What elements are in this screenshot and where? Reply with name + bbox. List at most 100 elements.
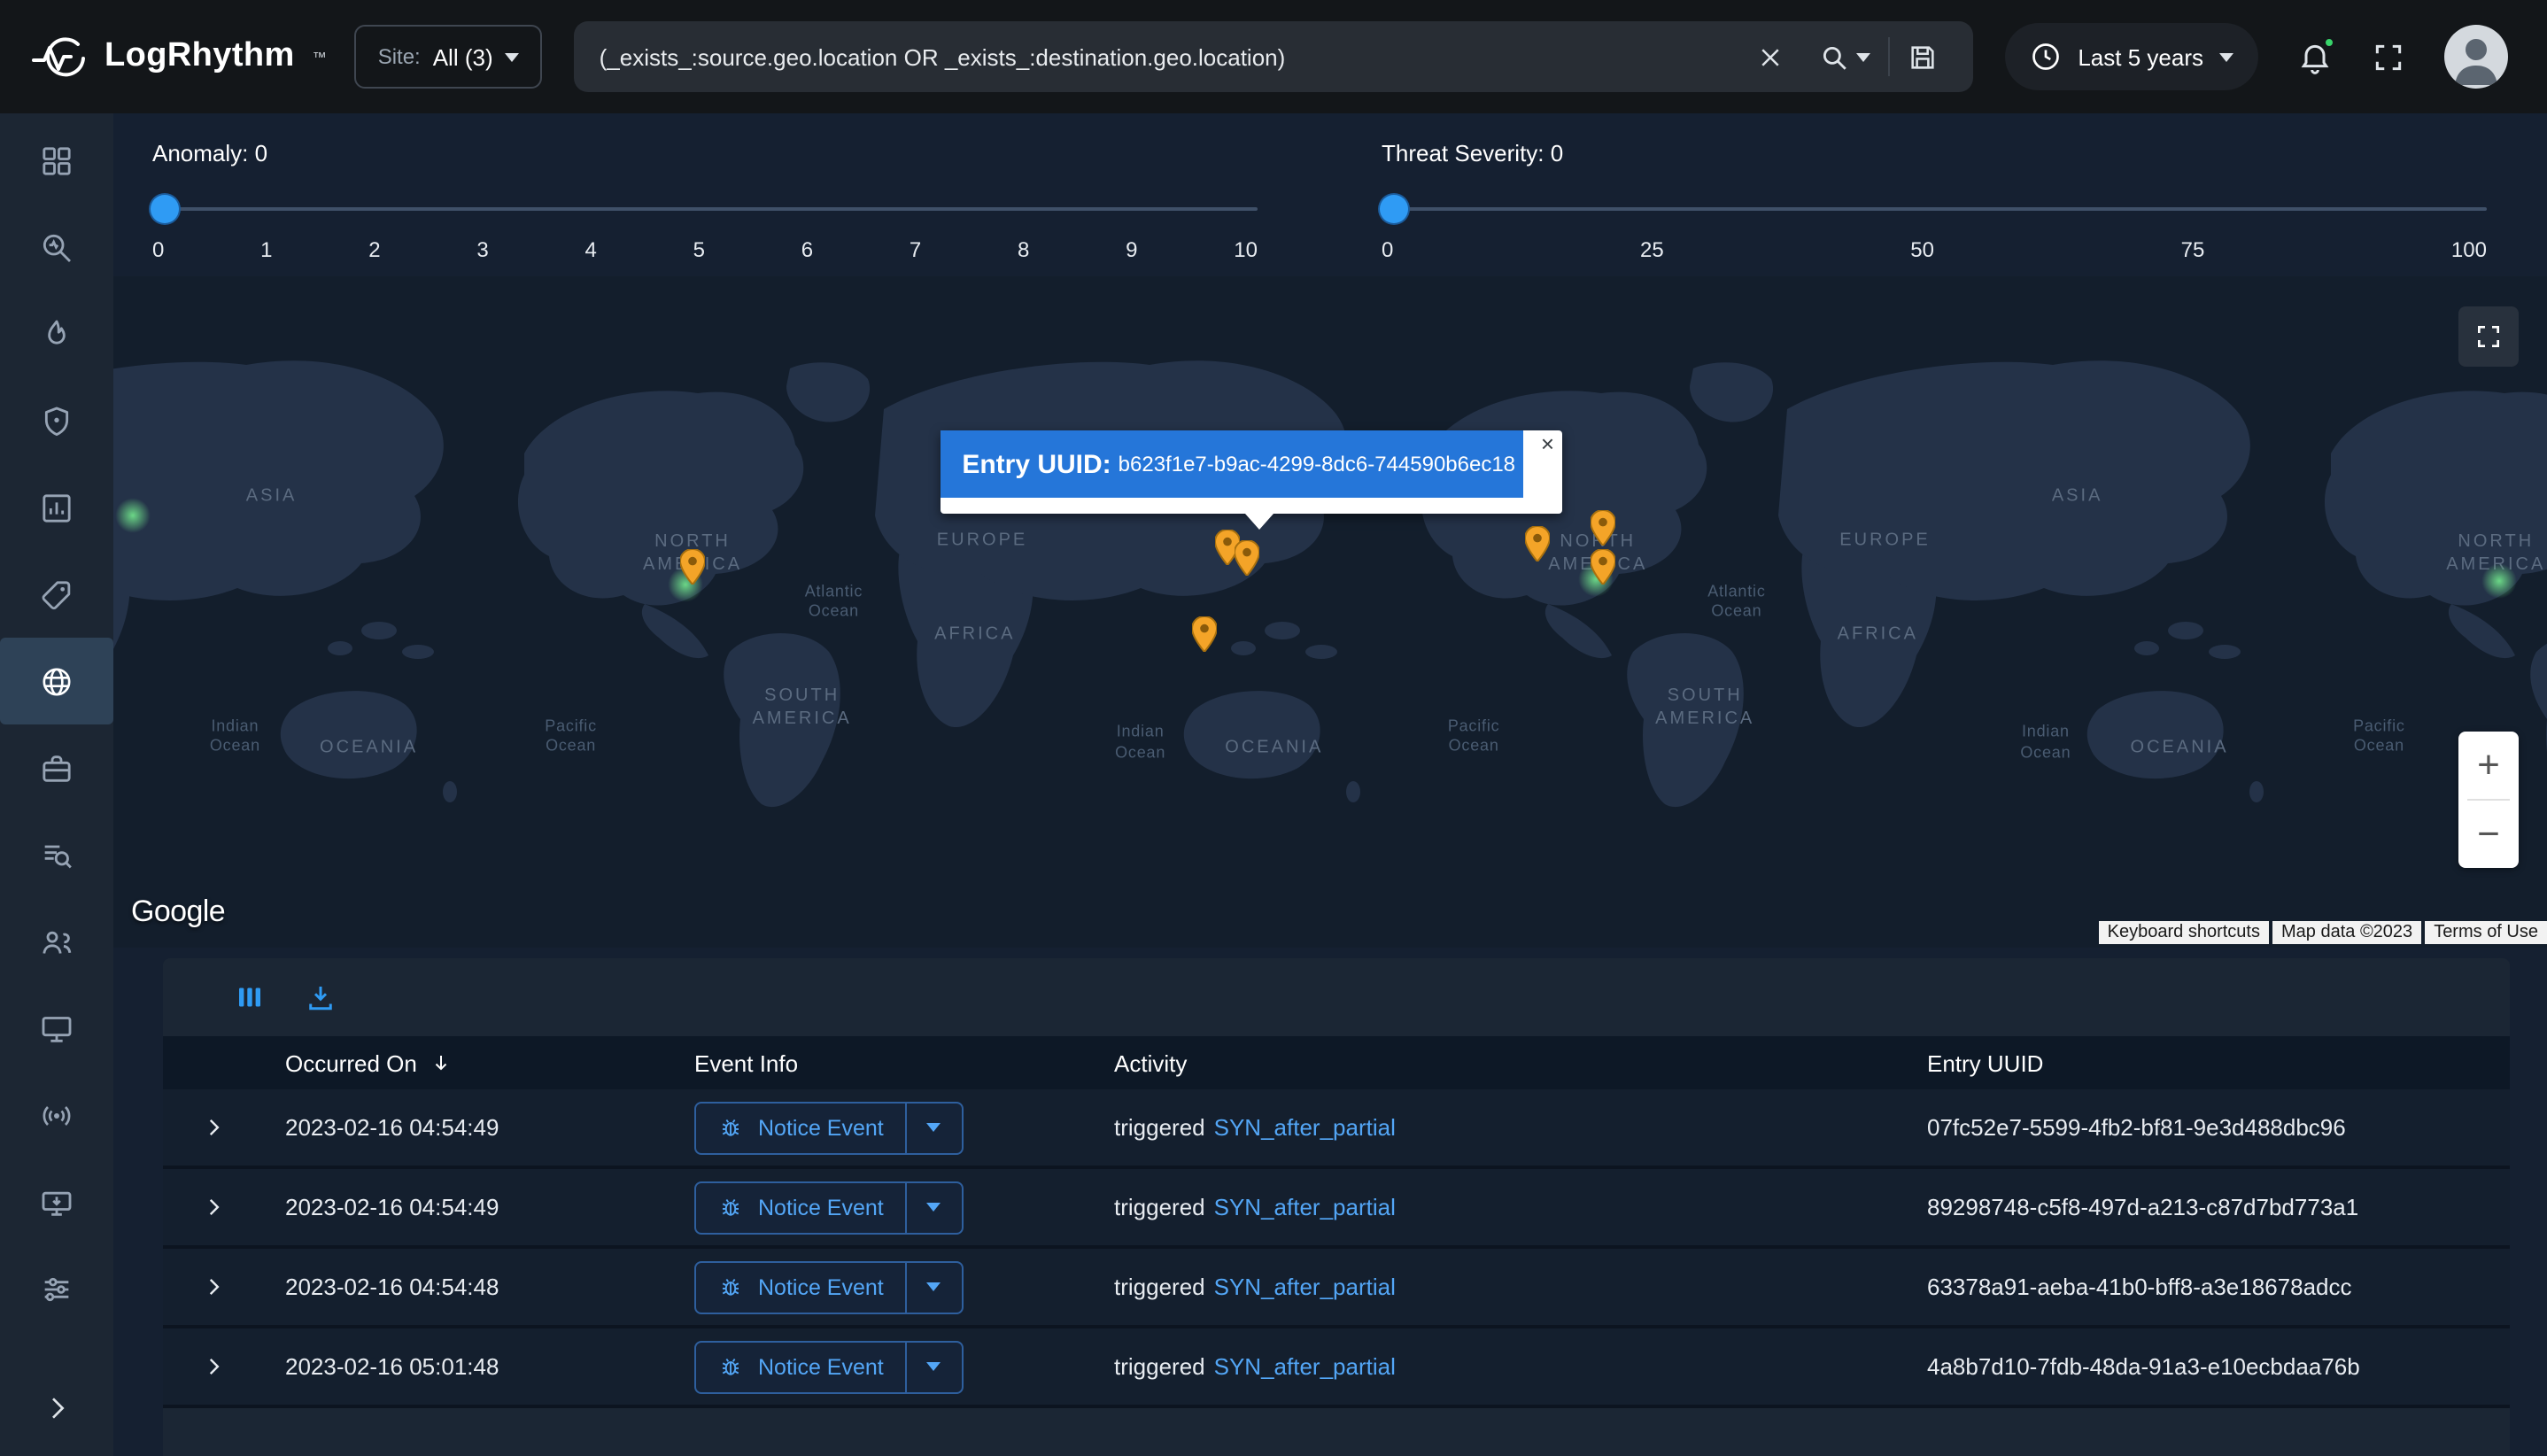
sidebar-item-briefcase[interactable] (0, 724, 113, 811)
pin-icon (1191, 616, 1216, 652)
keyboard-shortcuts-link[interactable]: Keyboard shortcuts (2099, 921, 2269, 944)
map-event-pin[interactable] (1525, 526, 1550, 561)
app-root: LogRhythm ™ Site: All (3) (0, 0, 2547, 1456)
top-bar: LogRhythm ™ Site: All (3) (0, 0, 2547, 113)
zoom-in-button[interactable]: + (2458, 732, 2519, 799)
activity-cell: triggeredSYN_after_partial (1070, 1274, 1883, 1300)
chevron-right-icon (202, 1196, 225, 1219)
map-data-label: Map data ©2023 (2272, 921, 2421, 944)
anomaly-slider[interactable] (152, 195, 1258, 223)
geo-map[interactable]: ASIANORTH AMERICAAtlantic OceanEUROPEAFR… (113, 276, 2547, 948)
slider-tick-label: 6 (801, 237, 813, 262)
event-dropdown-button[interactable] (905, 1103, 962, 1152)
sidebar-item-monitor[interactable] (0, 985, 113, 1072)
notifications-button[interactable] (2297, 39, 2333, 74)
threat-severity-label: Threat Severity: 0 (1382, 140, 2487, 167)
map-event-pin[interactable] (1235, 539, 1260, 575)
notification-dot (2322, 35, 2336, 50)
anomaly-slider-thumb[interactable] (151, 195, 179, 223)
sidebar-item-monitor-download[interactable] (0, 1158, 113, 1245)
activity-rule-link[interactable]: SYN_after_partial (1214, 1353, 1396, 1380)
user-avatar[interactable] (2444, 25, 2508, 89)
zoom-out-button[interactable]: − (2458, 801, 2519, 868)
chevron-down-icon (927, 1282, 941, 1291)
occurred-on-cell: 2023-02-16 05:01:48 (241, 1353, 650, 1380)
terms-of-use-link[interactable]: Terms of Use (2425, 921, 2547, 944)
event-info-cell: Notice Event (650, 1340, 1070, 1393)
expand-icon (2372, 40, 2405, 74)
sidebar-item-tag-alert[interactable] (0, 551, 113, 638)
slider-tick-label: 7 (910, 237, 921, 262)
column-settings-button[interactable] (234, 981, 266, 1013)
column-header-entry-uuid[interactable]: Entry UUID (1883, 1049, 2510, 1076)
sidebar-item-broadcast[interactable] (0, 1072, 113, 1158)
column-header-occurred-on[interactable]: Occurred On (241, 1049, 650, 1076)
map-event-pin[interactable] (680, 550, 705, 585)
chevron-down-icon (1856, 52, 1870, 61)
notice-event-button[interactable]: Notice Event (696, 1182, 905, 1232)
world-map-graphic (113, 276, 2547, 948)
notice-event-button[interactable]: Notice Event (696, 1342, 905, 1391)
activity-rule-link[interactable]: SYN_after_partial (1214, 1114, 1396, 1141)
users-icon (39, 924, 74, 959)
activity-cell: triggeredSYN_after_partial (1070, 1194, 1883, 1220)
row-expand-button[interactable] (202, 1116, 225, 1139)
map-event-pin[interactable] (1591, 550, 1615, 585)
map-event-pin[interactable] (1591, 509, 1615, 545)
threat-severity-slider[interactable] (1382, 195, 2487, 223)
notice-event-button[interactable]: Notice Event (696, 1103, 905, 1152)
activity-rule-link[interactable]: SYN_after_partial (1214, 1274, 1396, 1300)
slider-track[interactable] (152, 207, 1258, 211)
save-search-button[interactable] (1890, 21, 1955, 92)
sidebar-item-globe[interactable] (0, 638, 113, 724)
row-expand-button[interactable] (202, 1275, 225, 1298)
site-selector[interactable]: Site: All (3) (355, 25, 543, 89)
column-header-activity[interactable]: Activity (1070, 1049, 1883, 1076)
threat-slider-thumb[interactable] (1380, 195, 1408, 223)
monitor-icon (39, 1011, 74, 1046)
slider-track[interactable] (1382, 207, 2487, 211)
download-button[interactable] (305, 981, 337, 1013)
popup-close-button[interactable]: × (1541, 432, 1554, 455)
sidebar-item-dashboard[interactable] (0, 117, 113, 204)
clear-search-button[interactable] (1739, 21, 1801, 92)
pin-icon (680, 550, 705, 585)
notice-event-button[interactable]: Notice Event (696, 1262, 905, 1312)
sidebar-item-search-pulse[interactable] (0, 204, 113, 290)
sidebar-item-users[interactable] (0, 898, 113, 985)
popup-uuid-value: b623f1e7-b9ac-4299-8dc6-744590b6ec18 (1119, 452, 1515, 476)
sidebar-item-flame[interactable] (0, 290, 113, 377)
row-expand-button[interactable] (202, 1355, 225, 1378)
sidebar-item-sliders[interactable] (0, 1245, 113, 1332)
sidebar-item-list-search[interactable] (0, 811, 113, 898)
sidebar-item-chart-box[interactable] (0, 464, 113, 551)
broadcast-icon (39, 1097, 74, 1133)
map-event-pin[interactable] (1191, 616, 1216, 652)
map-fullscreen-button[interactable] (2458, 306, 2519, 367)
monitor-download-icon (39, 1184, 74, 1220)
column-header-event-info[interactable]: Event Info (650, 1049, 1070, 1076)
sort-descending-icon (431, 1052, 453, 1073)
sidebar-expand-button[interactable] (0, 1378, 113, 1438)
slider-tick-label: 3 (476, 237, 488, 262)
fullscreen-button[interactable] (2372, 40, 2405, 74)
entry-uuid-cell: 89298748-c5f8-497d-a213-c87d7bd773a1 (1883, 1194, 2510, 1220)
event-dropdown-button[interactable] (905, 1342, 962, 1391)
sliders-icon (39, 1271, 74, 1306)
time-range-selector[interactable]: Last 5 years (2005, 23, 2258, 90)
slider-tick-label: 8 (1018, 237, 1029, 262)
entry-uuid-cell: 63378a91-aeba-41b0-bff8-a3e18678adcc (1883, 1274, 2510, 1300)
row-expand-button[interactable] (202, 1196, 225, 1219)
dashboard-icon (39, 143, 74, 178)
event-dropdown-button[interactable] (905, 1262, 962, 1312)
event-dropdown-button[interactable] (905, 1182, 962, 1232)
event-info-cell: Notice Event (650, 1181, 1070, 1234)
google-logo[interactable]: Google (131, 895, 225, 930)
search-bar (575, 21, 1974, 92)
slider-tick-label: 9 (1126, 237, 1137, 262)
search-input[interactable] (600, 43, 1740, 70)
sidebar-item-shield[interactable] (0, 377, 113, 464)
search-icon (1819, 42, 1849, 72)
activity-rule-link[interactable]: SYN_after_partial (1214, 1194, 1396, 1220)
search-dropdown-button[interactable] (1801, 21, 1888, 92)
